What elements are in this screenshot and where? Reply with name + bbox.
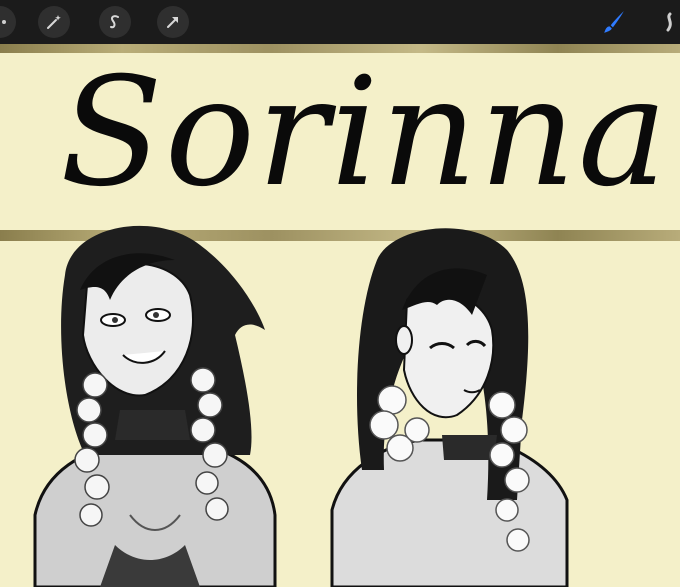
brush-button[interactable] (598, 6, 630, 38)
smudge-button[interactable] (664, 6, 680, 38)
transform-arrow-icon (167, 17, 178, 28)
selection-button[interactable] (99, 6, 131, 38)
character-illustration-right (330, 228, 569, 587)
actions-icon (2, 20, 6, 24)
smudge-icon (666, 12, 672, 32)
character-illustration-left (33, 225, 277, 587)
top-toolbar (0, 0, 680, 44)
magic-wand-icon (47, 15, 61, 29)
transform-button[interactable] (157, 6, 189, 38)
selection-s-icon (110, 15, 119, 29)
actions-button[interactable] (0, 6, 16, 38)
canvas-title: Sorinna (60, 46, 670, 220)
adjustments-button[interactable] (38, 6, 70, 38)
brush-icon (604, 11, 624, 33)
